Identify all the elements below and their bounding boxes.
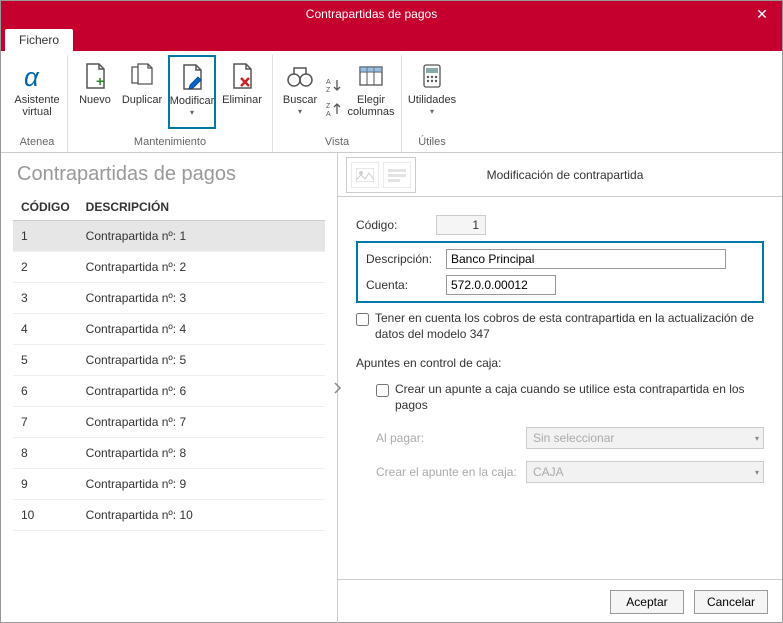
tabstrip: Fichero [1,27,782,51]
table-row[interactable]: 1Contrapartida nº: 1 [13,221,325,252]
sort-asc-icon: AZ [325,76,343,94]
form-area: Código: 1 Descripción: Cuenta: Tener en … [338,197,782,495]
chevron-down-icon: ▾ [430,107,434,116]
cancelar-button[interactable]: Cancelar [694,590,768,614]
binoculars-icon [284,60,316,92]
aceptar-button[interactable]: Aceptar [610,590,684,614]
ribbon-group-utiles: Utilidades ▾ Útiles [402,55,462,152]
image-view-button [351,162,379,188]
svg-text:α: α [24,62,40,92]
ribbon-group-atenea: α Asistente virtual Atenea [7,55,68,152]
form-view-button [383,162,411,188]
ribbon: α Asistente virtual Atenea + Nuevo Dupli… [1,51,782,153]
chevron-down-icon: ▾ [755,468,759,477]
svg-text:A: A [326,79,331,86]
col-codigo[interactable]: CÓDIGO [13,194,78,221]
al-pagar-label: Al pagar: [376,431,526,445]
crear-caja-select: CAJA ▾ [526,461,764,483]
cuenta-input[interactable] [446,275,556,295]
alpha-icon: α [21,60,53,92]
left-pane: Contrapartidas de pagos CÓDIGO DESCRIPCI… [1,153,338,623]
table-row[interactable]: 6Contrapartida nº: 6 [13,376,325,407]
right-header: Modificación de contrapartida [338,153,782,197]
descripcion-input[interactable] [446,249,726,269]
columns-icon [355,60,387,92]
buscar-button[interactable]: Buscar ▾ [279,55,321,129]
svg-text:+: + [96,73,104,89]
table-row[interactable]: 2Contrapartida nº: 2 [13,252,325,283]
right-pane-title: Modificación de contrapartida [356,168,774,182]
edit-doc-icon [176,61,208,93]
highlighted-fields: Descripción: Cuenta: [356,241,764,303]
calculator-icon [416,60,448,92]
sort-desc-icon: ZA [325,100,343,118]
nuevo-button[interactable]: + Nuevo [74,55,116,129]
descripcion-label: Descripción: [366,252,446,266]
sort-asc-button[interactable]: AZ [323,74,345,96]
eliminar-button[interactable]: Eliminar [218,55,266,129]
utilidades-button[interactable]: Utilidades ▾ [408,55,456,129]
titlebar: Contrapartidas de pagos ✕ [1,1,782,27]
table-row[interactable]: 3Contrapartida nº: 3 [13,283,325,314]
codigo-value: 1 [436,215,486,235]
form-icon [388,168,406,182]
check-crear-apunte[interactable] [376,384,389,397]
duplicar-button[interactable]: Duplicar [118,55,166,129]
al-pagar-select: Sin seleccionar ▾ [526,427,764,449]
new-doc-icon: + [79,60,111,92]
crear-caja-label: Crear el apunte en la caja: [376,465,526,479]
content-area: Contrapartidas de pagos CÓDIGO DESCRIPCI… [1,153,782,623]
window-title: Contrapartidas de pagos [1,7,742,21]
sort-desc-button[interactable]: ZA [323,98,345,120]
left-pane-title: Contrapartidas de pagos [1,153,337,194]
splitter-handle[interactable] [332,368,344,408]
codigo-label: Código: [356,218,436,232]
check-347[interactable] [356,313,369,326]
table-row[interactable]: 9Contrapartida nº: 9 [13,469,325,500]
contrapartidas-table: CÓDIGO DESCRIPCIÓN 1Contrapartida nº: 1 … [13,194,325,531]
right-pane: Modificación de contrapartida Código: 1 … [338,153,782,623]
table-wrapper[interactable]: CÓDIGO DESCRIPCIÓN 1Contrapartida nº: 1 … [1,194,337,623]
ribbon-group-mantenimiento: + Nuevo Duplicar Modificar ▾ Eliminar Ma… [68,55,273,152]
chevron-down-icon: ▾ [190,108,194,117]
check-347-label: Tener en cuenta los cobros de esta contr… [375,311,764,342]
close-button[interactable]: ✕ [742,1,782,27]
chevron-down-icon: ▾ [298,107,302,116]
image-icon [356,168,374,182]
chevron-right-icon [333,381,343,395]
table-row[interactable]: 5Contrapartida nº: 5 [13,345,325,376]
table-row[interactable]: 8Contrapartida nº: 8 [13,438,325,469]
apuntes-section-label: Apuntes en control de caja: [356,356,764,370]
svg-text:Z: Z [326,103,331,110]
ribbon-group-vista: Buscar ▾ AZ ZA Elegir columnas Vista [273,55,402,152]
col-descripcion[interactable]: DESCRIPCIÓN [78,194,325,221]
asistente-virtual-button[interactable]: α Asistente virtual [13,55,61,129]
svg-text:Z: Z [326,87,331,94]
delete-doc-icon [226,60,258,92]
cuenta-label: Cuenta: [366,278,446,292]
elegir-columnas-button[interactable]: Elegir columnas [347,55,395,129]
modificar-button[interactable]: Modificar ▾ [168,55,216,129]
footer: Aceptar Cancelar [338,579,782,623]
check-crear-apunte-label: Crear un apunte a caja cuando se utilice… [395,382,764,413]
table-row[interactable]: 10Contrapartida nº: 10 [13,500,325,531]
chevron-down-icon: ▾ [755,434,759,443]
duplicate-icon [126,60,158,92]
svg-text:A: A [326,111,331,118]
tab-fichero[interactable]: Fichero [5,29,73,51]
table-row[interactable]: 7Contrapartida nº: 7 [13,407,325,438]
table-row[interactable]: 4Contrapartida nº: 4 [13,314,325,345]
